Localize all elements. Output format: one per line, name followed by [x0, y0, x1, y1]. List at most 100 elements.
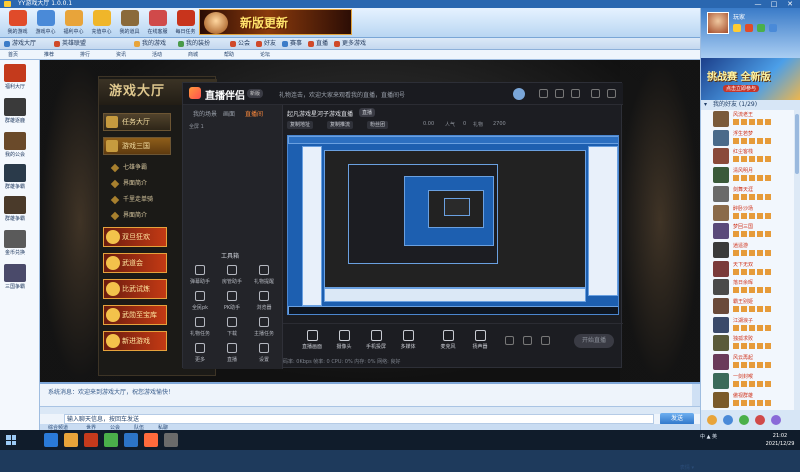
lobby-sub-item[interactable]: 界面简介 [109, 209, 169, 223]
stream-app-icon[interactable] [144, 433, 158, 447]
message-icon[interactable] [755, 415, 765, 425]
settings-icon[interactable] [771, 415, 781, 425]
emoji-button[interactable]: 表情 ▾ [680, 464, 694, 472]
version-badge[interactable]: 新版 [247, 89, 264, 98]
friend-row[interactable]: 天下无双 [701, 260, 793, 278]
toolbar-item-game-center[interactable]: 游戏中心 [32, 9, 59, 37]
toolbar-item-service[interactable]: 在线客服 [144, 9, 171, 37]
ad-banner[interactable]: 挑战赛 全新版 点击立即参与 [701, 58, 800, 100]
toolbar-item-welfare[interactable]: 福利中心 [60, 9, 87, 37]
fan-club-button[interactable]: 粉丝团 [367, 121, 389, 129]
friends-scrollbar[interactable] [794, 110, 800, 410]
yy-app-icon[interactable] [124, 433, 138, 447]
lobby-tile-festival[interactable]: 双旦狂欢 [103, 227, 167, 247]
friend-row[interactable]: 独孤求败 [701, 334, 793, 352]
tool-gift-task[interactable]: 礼物任务 [189, 317, 211, 337]
tab-friends[interactable]: 好友 [254, 39, 276, 49]
user-avatar[interactable] [513, 88, 525, 100]
friend-row[interactable]: 江湖浪子 [701, 316, 793, 334]
sidebar-item-contest-2[interactable]: 群雄争霸 [4, 196, 26, 222]
sub-nav-item[interactable]: 论坛 [260, 50, 270, 60]
settings-icon[interactable] [541, 336, 550, 345]
sub-nav-item[interactable]: 商城 [188, 50, 198, 60]
friend-row[interactable]: 逍遥游 [701, 241, 793, 259]
copy-address-button[interactable]: 复制地址 [287, 121, 314, 129]
lobby-tile-treasure[interactable]: 武勋至宝库 [103, 305, 167, 325]
lobby-sub-item[interactable]: 千里走单骑 [109, 193, 169, 207]
tool-more[interactable]: 更多 [189, 343, 211, 363]
sidebar-item-contest[interactable]: 群雄争霸 [4, 164, 26, 190]
capture-screen-button[interactable]: 直播画面 [297, 330, 327, 350]
speaker-button[interactable]: 扬声器 [465, 330, 495, 350]
chat-input[interactable]: 输入聊天信息，按回车发送 [64, 414, 654, 424]
microphone-button[interactable]: 麦克风 [433, 330, 463, 350]
settings-icon[interactable] [769, 24, 777, 32]
tab-lol[interactable]: 英雄联盟 [52, 39, 86, 49]
game-app-icon[interactable] [84, 433, 98, 447]
tool-gift-alert[interactable]: 礼物提醒 [253, 265, 275, 285]
sub-nav-item[interactable]: 帮助 [224, 50, 234, 60]
system-tray[interactable]: 中 ▲ 英 [700, 433, 717, 440]
minimize-button[interactable]: — [752, 0, 764, 8]
sidebar-item-sanguo[interactable]: 三国争霸 [4, 264, 26, 290]
sidebar-item-exchange[interactable]: 金币兑换 [4, 230, 26, 256]
tool-settings[interactable]: 设置 [253, 343, 275, 363]
scrollbar-thumb[interactable] [795, 114, 799, 174]
lobby-sanguo[interactable]: 游戏三国 [103, 137, 171, 155]
tab-more[interactable]: 更多游戏 [332, 39, 366, 49]
tab-live[interactable]: 直播 [306, 39, 328, 49]
folder-app-icon[interactable] [64, 433, 78, 447]
close-icon[interactable] [607, 89, 616, 98]
friend-row[interactable]: 一剑封喉 [701, 372, 793, 390]
sidebar-item-qunxiong[interactable]: 群雄逐鹿 [4, 98, 26, 124]
friend-row[interactable]: 风流老王 [701, 110, 793, 128]
maximize-button[interactable]: □ [768, 0, 780, 8]
tab-my-scenes[interactable]: 我的场景 [193, 109, 217, 118]
room-tag[interactable]: 直播 [359, 108, 376, 117]
tab-my-games[interactable]: 我的游戏 [132, 39, 166, 49]
friends-header[interactable]: ▾ 我的好友 (1/29) [701, 100, 800, 110]
friend-row[interactable]: 剑舞天涯 [701, 185, 793, 203]
tab-events[interactable]: 赛事 [280, 39, 302, 49]
lobby-task-hall[interactable]: 任务大厅 [103, 113, 171, 131]
sidebar-item-guild[interactable]: 我的公会 [4, 132, 26, 158]
sub-nav-item[interactable]: 资讯 [116, 50, 126, 60]
toolbar-item-recharge[interactable]: 充值中心 [88, 9, 115, 37]
sub-nav-item[interactable]: 首页 [8, 50, 18, 60]
start-live-button[interactable]: 开始直播 [574, 334, 614, 348]
close-button[interactable]: ✕ [784, 0, 796, 8]
sidebar-item-welfare[interactable]: 福利大厅 [4, 64, 26, 90]
message-icon[interactable] [555, 89, 564, 98]
tool-danmu[interactable]: 弹幕助手 [189, 265, 211, 285]
tool-pk[interactable]: 全民pk [189, 291, 211, 311]
sub-nav-item[interactable]: 活动 [152, 50, 162, 60]
lobby-sub-item[interactable]: 界面简介 [109, 177, 169, 191]
camera-button[interactable]: 摄像头 [329, 330, 359, 350]
tool-download[interactable]: 下载 [221, 317, 243, 337]
sub-nav-item[interactable]: 排行 [80, 50, 90, 60]
tab-guild[interactable]: 公会 [228, 39, 250, 49]
app-icon[interactable] [164, 433, 178, 447]
friend-row[interactable]: 傲视群雄 [701, 391, 793, 409]
tab-live-room[interactable]: 直播间 [245, 109, 263, 118]
settings-icon[interactable] [539, 89, 548, 98]
promo-banner[interactable]: 新版更新 [199, 9, 352, 35]
friend-row[interactable]: 红尘客栈 [701, 147, 793, 165]
minimize-icon[interactable] [591, 89, 600, 98]
tool-anchor-task[interactable]: 主播任务 [253, 317, 275, 337]
stream-preview[interactable] [287, 135, 619, 315]
friend-row[interactable]: 醉卧沙场 [701, 204, 793, 222]
sub-nav-item[interactable]: 推荐 [44, 50, 54, 60]
friend-row[interactable]: 风云再起 [701, 353, 793, 371]
lobby-sub-item[interactable]: 七雄争霸 [109, 161, 169, 175]
tool-room-admin[interactable]: 房管助手 [221, 265, 243, 285]
tool-live[interactable]: 直播 [221, 343, 243, 363]
lobby-tile-trial[interactable]: 比武试炼 [103, 279, 167, 299]
media-button[interactable]: 多媒体 [393, 330, 423, 350]
lobby-tile-wudao[interactable]: 武道会 [103, 253, 167, 273]
toolbar-item-props[interactable]: 我的道具 [116, 9, 143, 37]
start-button[interactable] [6, 435, 16, 445]
record-icon[interactable] [505, 336, 514, 345]
scene-row[interactable]: 全屏 1 [189, 123, 204, 130]
copy-push-button[interactable]: 复制推流 [327, 121, 354, 129]
